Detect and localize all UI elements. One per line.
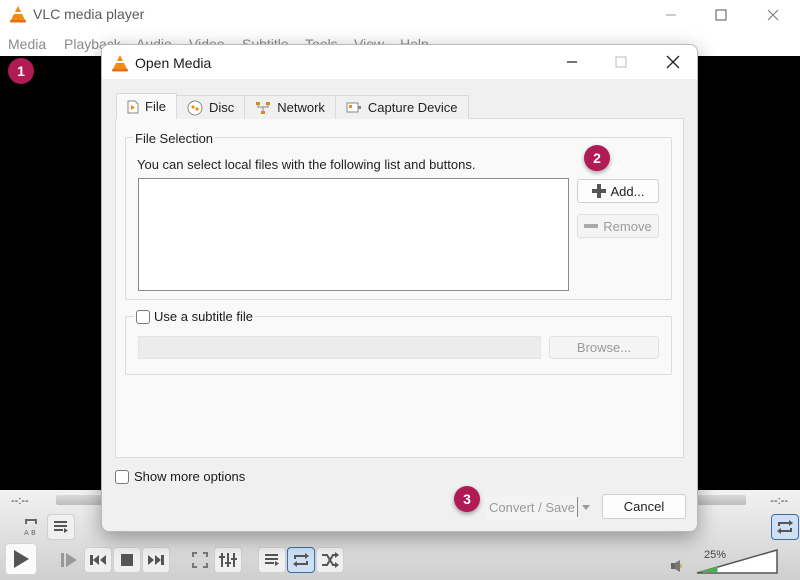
ab-loop-icon: A B bbox=[24, 519, 37, 536]
stop-icon bbox=[121, 554, 133, 566]
next-button[interactable] bbox=[142, 547, 170, 573]
step-badge-3: 3 bbox=[454, 486, 480, 512]
previous-button[interactable] bbox=[84, 547, 112, 573]
cancel-button[interactable]: Cancel bbox=[602, 494, 686, 519]
subtitle-file-input bbox=[138, 336, 541, 359]
remove-button: Remove bbox=[577, 214, 659, 238]
frame-step-button[interactable] bbox=[55, 547, 83, 573]
add-button[interactable]: Add... bbox=[577, 179, 659, 203]
ab-loop-button[interactable]: A B bbox=[17, 514, 45, 540]
tab-file[interactable]: File bbox=[116, 93, 177, 119]
previous-icon bbox=[90, 555, 106, 565]
dialog-title: Open Media bbox=[135, 55, 212, 71]
file-icon bbox=[127, 100, 139, 113]
close-icon bbox=[767, 9, 779, 21]
dialog-minimize-button[interactable] bbox=[549, 45, 595, 79]
open-media-dialog: Open Media File Disc Network Capture Dev… bbox=[101, 44, 698, 532]
volume-slider[interactable] bbox=[696, 549, 778, 575]
playlist-toggle-button[interactable] bbox=[47, 514, 75, 540]
playlist-button[interactable] bbox=[258, 547, 286, 573]
minus-icon bbox=[584, 224, 599, 228]
frame-step-icon bbox=[61, 553, 77, 567]
show-more-options-label: Show more options bbox=[134, 469, 246, 484]
minimize-button[interactable] bbox=[648, 0, 694, 30]
loop-icon bbox=[293, 553, 309, 567]
dialog-close-button[interactable] bbox=[650, 45, 696, 79]
step-badge-1: 1 bbox=[8, 58, 34, 84]
loop-toggle-button[interactable] bbox=[771, 514, 799, 540]
extended-settings-button[interactable] bbox=[214, 547, 242, 573]
minimize-icon bbox=[666, 14, 676, 16]
vlc-logo-icon bbox=[112, 55, 128, 72]
file-list[interactable] bbox=[138, 178, 569, 291]
dialog-titlebar: Open Media bbox=[102, 45, 697, 79]
next-icon bbox=[148, 555, 164, 565]
step-badge-2: 2 bbox=[584, 145, 610, 171]
close-button[interactable] bbox=[750, 0, 796, 30]
loop-icon bbox=[777, 520, 793, 534]
tab-capture-device[interactable]: Capture Device bbox=[334, 95, 469, 119]
time-total: --:-- bbox=[770, 495, 788, 507]
capture-device-icon bbox=[346, 102, 361, 112]
maximize-icon bbox=[615, 56, 627, 68]
tab-network[interactable]: Network bbox=[244, 95, 336, 119]
disc-icon bbox=[187, 100, 203, 115]
show-more-options-checkbox[interactable] bbox=[115, 469, 129, 484]
chevron-down-icon bbox=[582, 505, 590, 510]
split-divider bbox=[577, 497, 578, 517]
fullscreen-icon bbox=[192, 552, 208, 568]
show-more-options-row[interactable]: Show more options bbox=[115, 469, 245, 484]
convert-save-dropdown bbox=[579, 495, 593, 520]
dialog-maximize-button bbox=[598, 45, 644, 79]
shuffle-button[interactable] bbox=[316, 547, 344, 573]
shuffle-icon bbox=[322, 552, 339, 568]
menu-media[interactable]: Media bbox=[8, 36, 46, 52]
speaker-icon[interactable] bbox=[671, 560, 683, 572]
subtitle-checkbox-row[interactable]: Use a subtitle file bbox=[134, 309, 255, 324]
file-selection-title: File Selection bbox=[133, 131, 216, 146]
browse-button: Browse... bbox=[549, 336, 659, 359]
playlist-icon bbox=[54, 521, 68, 533]
minimize-icon bbox=[567, 61, 577, 63]
time-elapsed: --:-- bbox=[11, 495, 29, 507]
stop-button[interactable] bbox=[113, 547, 141, 573]
maximize-button[interactable] bbox=[698, 0, 744, 30]
tab-disc[interactable]: Disc bbox=[175, 95, 246, 119]
play-button[interactable] bbox=[5, 543, 37, 575]
plus-icon bbox=[591, 184, 606, 198]
network-icon bbox=[256, 101, 271, 114]
equalizer-icon bbox=[219, 553, 237, 567]
fullscreen-button[interactable] bbox=[186, 547, 214, 573]
subtitle-checkbox-label: Use a subtitle file bbox=[154, 309, 253, 324]
convert-save-button: Convert / Save bbox=[485, 495, 577, 520]
close-icon bbox=[666, 55, 680, 69]
svg-text:A B: A B bbox=[24, 529, 36, 536]
loop-button[interactable] bbox=[287, 547, 315, 573]
playlist-icon bbox=[265, 554, 279, 566]
media-tabs: File Disc Network Capture Device bbox=[116, 93, 469, 119]
window-title: VLC media player bbox=[33, 6, 145, 22]
maximize-icon bbox=[715, 9, 727, 21]
play-icon bbox=[14, 550, 29, 568]
subtitle-checkbox[interactable] bbox=[136, 309, 150, 324]
vlc-titlebar: VLC media player bbox=[0, 0, 800, 30]
file-selection-hint: You can select local files with the foll… bbox=[137, 157, 476, 172]
vlc-logo-icon bbox=[10, 6, 26, 23]
